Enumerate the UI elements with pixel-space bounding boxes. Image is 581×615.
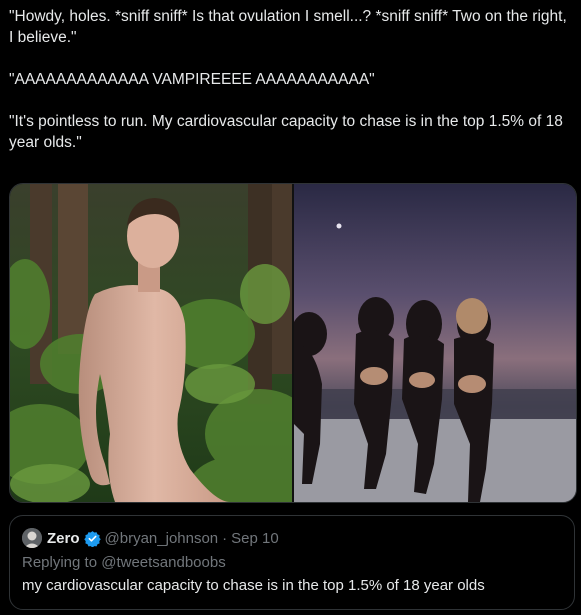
women-running-on-beach-at-dusk-photo[interactable] [294,184,576,502]
tweet-text: "Howdy, holes. *sniff sniff* Is that ovu… [9,6,575,174]
verified-badge-icon [83,530,101,547]
replying-to-label: Replying to [22,554,98,571]
quoted-author-name[interactable]: Zero [47,530,80,547]
quoted-tweet-date[interactable]: Sep 10 [231,530,279,547]
tweet-paragraph-1: "Howdy, holes. *sniff sniff* Is that ovu… [9,8,567,46]
quoted-tweet[interactable]: Zero @bryan_johnson · Sep 10 Replying to… [9,515,575,610]
tweet-paragraph-2: "AAAAAAAAAAAAA VAMPIREEEE AAAAAAAAAAA" [9,71,375,88]
tweet-paragraph-3: "It's pointless to run. My cardiovascula… [9,113,563,151]
replying-to-line: Replying to @tweetsandboobs [22,554,226,571]
shirtless-man-in-ferns-photo[interactable] [10,184,292,502]
quoted-tweet-header: Zero @bryan_johnson · Sep 10 [22,528,279,548]
avatar[interactable] [22,528,42,548]
quoted-tweet-text: my cardiovascular capacity to chase is i… [22,577,485,594]
replying-to-handle[interactable]: @tweetsandboobs [101,554,225,571]
media-grid [9,183,577,503]
separator-dot: · [222,529,228,547]
quoted-author-handle[interactable]: @bryan_johnson [105,530,219,547]
